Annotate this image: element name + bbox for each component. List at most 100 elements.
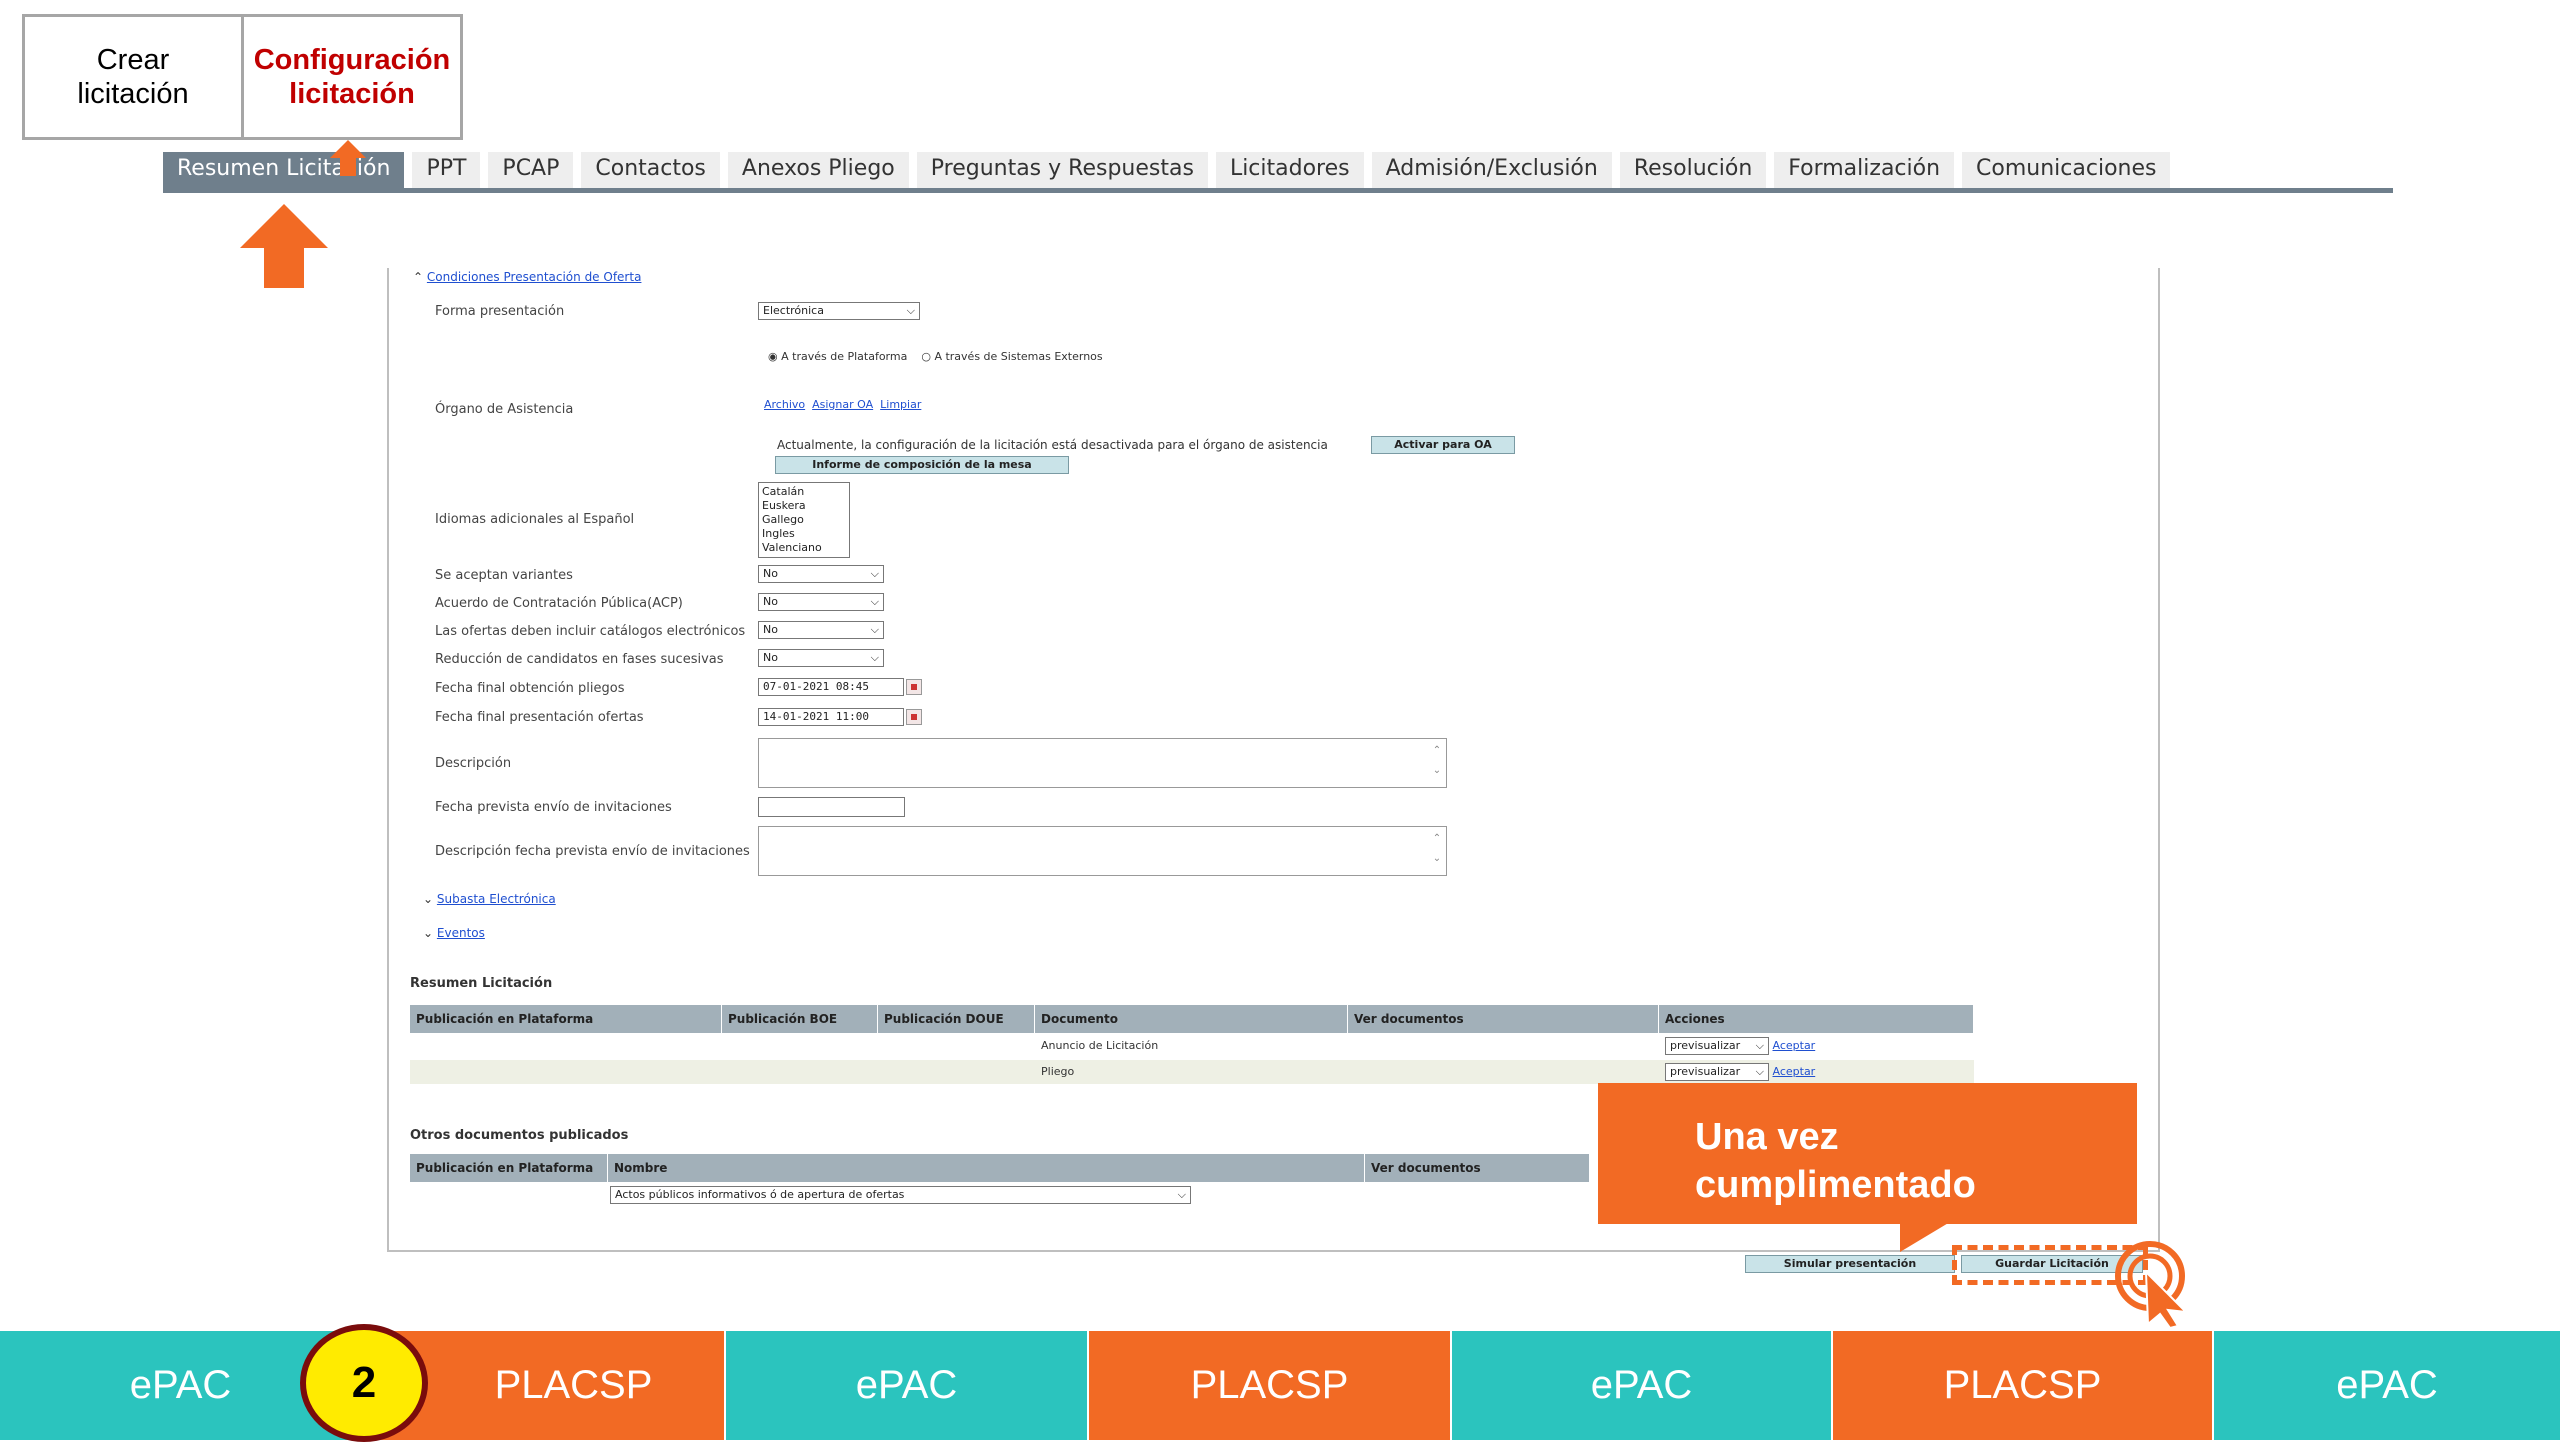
fecha-ofertas-input[interactable]: 14-01-2021 11:00 <box>758 708 904 726</box>
archivo-link[interactable]: Archivo <box>764 398 805 411</box>
eventos-toggle[interactable]: ⌄ Eventos <box>423 926 485 940</box>
calendar-icon[interactable] <box>906 679 922 695</box>
accion-value: previsualizar <box>1670 1039 1741 1052</box>
forma-presentacion-select[interactable]: Electrónica ⌵ <box>758 302 920 320</box>
idioma-option[interactable]: Gallego <box>762 513 846 527</box>
organo-label: Órgano de Asistencia <box>435 402 574 417</box>
tab-pcap[interactable]: PCAP <box>488 152 574 188</box>
forma-presentacion-value: Electrónica <box>763 304 824 317</box>
idioma-option[interactable]: Valenciano <box>762 541 846 555</box>
resumen-title: Resumen Licitación <box>410 976 553 991</box>
chevron-down-icon: ⌵ <box>870 595 879 608</box>
aceptar-link[interactable]: Aceptar <box>1773 1065 1816 1078</box>
acp-select[interactable]: No ⌵ <box>758 593 884 611</box>
variantes-select[interactable]: No ⌵ <box>758 565 884 583</box>
acp-label: Acuerdo de Contratación Pública(ACP) <box>435 596 683 611</box>
fecha-ofertas-label: Fecha final presentación ofertas <box>435 710 644 725</box>
tab-preguntas-respuestas[interactable]: Preguntas y Respuestas <box>916 152 1208 188</box>
step-configuracion-licitacion: Configuración licitación <box>253 44 451 110</box>
chevron-down-icon: ⌵ <box>870 567 879 580</box>
variantes-label: Se aceptan variantes <box>435 568 573 583</box>
idioma-option[interactable]: Ingles <box>762 527 846 541</box>
section-condiciones[interactable]: ⌃ Condiciones Presentación de Oferta <box>413 270 641 284</box>
forma-presentacion-label: Forma presentación <box>435 304 565 319</box>
cursor-click-icon <box>2115 1241 2189 1328</box>
subasta-toggle[interactable]: ⌄ Subasta Electrónica <box>423 892 556 906</box>
desc-invitaciones-textarea[interactable]: ⌃ ⌄ <box>758 826 1447 876</box>
subasta-link[interactable]: Subasta Electrónica <box>437 892 556 906</box>
accion-select[interactable]: previsualizar ⌵ <box>1665 1037 1769 1055</box>
organo-links: Archivo Asignar OA Limpiar <box>764 398 921 411</box>
table-row: Anuncio de Licitación previsualizar ⌵ Ace… <box>410 1034 1974 1058</box>
section-condiciones-link[interactable]: Condiciones Presentación de Oferta <box>427 270 642 284</box>
col-header: Acciones <box>1659 1005 1974 1033</box>
activar-oa-button[interactable]: Activar para OA <box>1371 436 1515 454</box>
tab-licitadores[interactable]: Licitadores <box>1215 152 1364 188</box>
simular-presentacion-button[interactable]: Simular presentación <box>1745 1255 1955 1273</box>
eventos-link[interactable]: Eventos <box>437 926 485 940</box>
tab-contactos[interactable]: Contactos <box>581 152 720 188</box>
tab-resumen-licitacion[interactable]: Resumen Licitación <box>163 152 405 188</box>
nav-placsp[interactable]: PLACSP <box>1089 1331 1452 1440</box>
fecha-invitaciones-label: Fecha prevista envío de invitaciones <box>435 800 672 815</box>
col-header: Publicación BOE <box>722 1005 878 1033</box>
tab-bar: Resumen Licitación PPT PCAP Contactos An… <box>163 152 2178 188</box>
tab-anexos-pliego[interactable]: Anexos Pliego <box>727 152 909 188</box>
arrow-up-small-icon <box>330 140 366 176</box>
variantes-value: No <box>763 567 778 580</box>
tab-admision-exclusion[interactable]: Admisión/Exclusión <box>1371 152 1612 188</box>
idioma-option[interactable]: Euskera <box>762 499 846 513</box>
nav-placsp[interactable]: PLACSP <box>1833 1331 2214 1440</box>
tab-comunicaciones[interactable]: Comunicaciones <box>1962 152 2171 188</box>
accion-select[interactable]: previsualizar ⌵ <box>1665 1063 1769 1081</box>
chevron-down-icon: ⌄ <box>423 926 434 940</box>
callout-text: Una vez cumplimentado <box>1695 1116 1976 1206</box>
chevron-up-icon: ⌃ <box>413 270 424 284</box>
callout-box: Una vez cumplimentado <box>1598 1083 2137 1224</box>
col-header: Publicación en Plataforma <box>410 1005 722 1033</box>
radio-externos-label: A través de Sistemas Externos <box>934 350 1103 363</box>
col-header: Publicación en Plataforma <box>410 1154 608 1182</box>
step-number-badge: 2 <box>300 1324 428 1442</box>
otros-title: Otros documentos publicados <box>410 1128 629 1143</box>
row-acciones: previsualizar ⌵ Aceptar <box>1659 1060 1974 1084</box>
radio-externos[interactable]: ○ <box>921 350 931 363</box>
nav-epac[interactable]: ePAC <box>726 1331 1089 1440</box>
step-crear-licitacion: Crear licitación <box>25 17 244 137</box>
idioma-option[interactable]: Catalán <box>762 485 846 499</box>
chevron-down-icon: ⌵ <box>1177 1188 1186 1201</box>
limpiar-link[interactable]: Limpiar <box>880 398 921 411</box>
otros-nombre-select[interactable]: Actos públicos informativos ó de apertur… <box>610 1186 1191 1204</box>
fecha-pliegos-input[interactable]: 07-01-2021 08:45 <box>758 678 904 696</box>
nav-epac[interactable]: ePAC <box>1452 1331 1833 1440</box>
catalogos-label: Las ofertas deben incluir catálogos elec… <box>435 624 746 639</box>
scrollbar[interactable]: ⌃ ⌄ <box>1430 829 1444 873</box>
chevron-down-icon: ⌵ <box>870 623 879 636</box>
col-header: Documento <box>1035 1005 1348 1033</box>
radio-plataforma[interactable]: ◉ <box>768 350 778 363</box>
asignar-oa-link[interactable]: Asignar OA <box>812 398 873 411</box>
scrollbar[interactable]: ⌃ ⌄ <box>1430 741 1444 785</box>
arrow-up-icon <box>240 204 328 288</box>
tab-ppt[interactable]: PPT <box>412 152 481 188</box>
chevron-down-icon: ⌵ <box>870 651 879 664</box>
tab-resolucion[interactable]: Resolución <box>1619 152 1767 188</box>
calendar-icon[interactable] <box>906 709 922 725</box>
table-row: Pliego previsualizar ⌵ Aceptar <box>410 1060 1974 1084</box>
catalogos-select[interactable]: No ⌵ <box>758 621 884 639</box>
col-header: Ver documentos <box>1348 1005 1659 1033</box>
informe-mesa-button[interactable]: Informe de composición de la mesa <box>775 456 1069 474</box>
tab-underline <box>163 188 2393 193</box>
tab-formalizacion[interactable]: Formalización <box>1774 152 1955 188</box>
idiomas-listbox[interactable]: Catalán Euskera Gallego Ingles Valencian… <box>758 482 850 558</box>
fecha-invitaciones-input[interactable] <box>758 797 905 817</box>
catalogos-value: No <box>763 623 778 636</box>
reduccion-select[interactable]: No ⌵ <box>758 649 884 667</box>
nav-epac[interactable]: ePAC <box>2214 1331 2560 1440</box>
aceptar-link[interactable]: Aceptar <box>1773 1039 1816 1052</box>
col-header: Ver documentos <box>1365 1154 1590 1182</box>
col-header: Nombre <box>608 1154 1365 1182</box>
descripcion-textarea[interactable]: ⌃ ⌄ <box>758 738 1447 788</box>
fecha-pliegos-label: Fecha final obtención pliegos <box>435 681 625 696</box>
chevron-down-icon: ⌵ <box>906 304 915 317</box>
